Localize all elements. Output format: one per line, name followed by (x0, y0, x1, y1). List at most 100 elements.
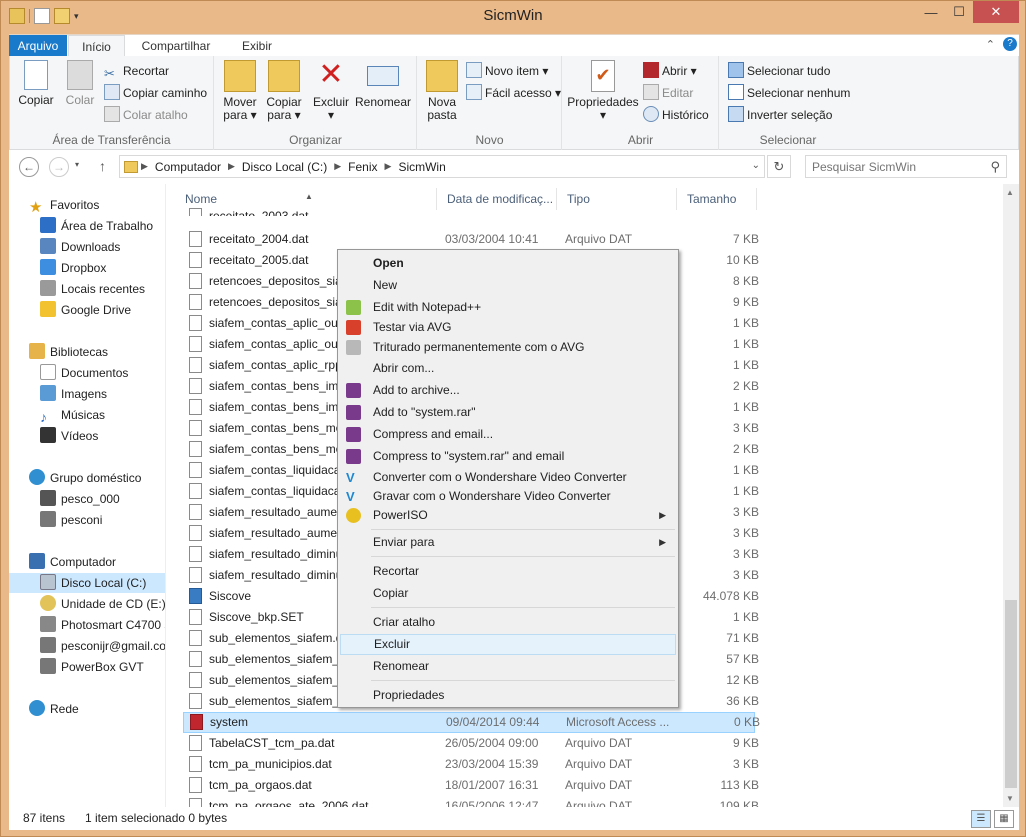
details-view-button[interactable]: ☰ (971, 810, 991, 828)
menu-compress-email[interactable]: Compress and email... (340, 424, 676, 445)
nav-dropbox[interactable]: Dropbox (9, 258, 165, 278)
maximize-button[interactable]: ☐ (945, 1, 973, 23)
ribbon-expand-icon[interactable]: ⌃ (986, 38, 995, 51)
table-row[interactable]: receitato_2004.dat 03/03/2004 10:41 Arquiv… (183, 229, 759, 250)
scroll-up-icon[interactable]: ▲ (1006, 188, 1014, 197)
nav-printer[interactable]: Photosmart C4700 s (9, 615, 165, 635)
table-row[interactable]: tcm_pa_orgaos_ate_2006.dat 16/05/2006 12:… (183, 796, 759, 807)
select-all-button[interactable]: Selecionar tudo (728, 61, 830, 81)
column-date[interactable]: Data de modificaç... (437, 188, 557, 210)
menu-add-archive[interactable]: Add to archive... (340, 380, 676, 401)
move-to-button[interactable]: Mover para ▾ (219, 60, 261, 122)
nav-libraries[interactable]: Bibliotecas (9, 342, 165, 362)
address-bar[interactable]: ▶ Computador ▶ Disco Local (C:) ▶ Fenix … (119, 155, 765, 178)
tab-file[interactable]: Arquivo (9, 35, 67, 57)
breadcrumb-sicmwin[interactable]: SicmWin (394, 160, 449, 174)
tab-share[interactable]: Compartilhar (129, 35, 223, 57)
copy-path-button[interactable]: Copiar caminho (104, 83, 207, 103)
new-folder-button[interactable]: Nova pasta (422, 60, 462, 122)
table-row[interactable]: tcm_pa_municipios.dat 23/03/2004 15:39 Arq… (183, 754, 759, 775)
nav-user-pesconi[interactable]: pesconi (9, 510, 165, 530)
nav-google-drive[interactable]: Google Drive (9, 300, 165, 320)
tab-view[interactable]: Exibir (227, 35, 287, 57)
menu-add-rar[interactable]: Add to "system.rar" (340, 402, 676, 423)
edit-button[interactable]: Editar (643, 83, 693, 103)
menu-wondershare-burn[interactable]: V Gravar com o Wondershare Video Converte… (340, 486, 676, 507)
forward-button[interactable]: → (49, 157, 69, 177)
easy-access-button[interactable]: Fácil acesso ▾ (466, 83, 561, 103)
breadcrumb-local-disk[interactable]: Disco Local (C:) (238, 160, 331, 174)
rename-button[interactable]: Renomear (355, 60, 411, 109)
nav-documents[interactable]: Documentos (9, 363, 165, 383)
invert-selection-button[interactable]: Inverter seleção (728, 105, 832, 125)
nav-homegroup[interactable]: Grupo doméstico (9, 468, 165, 488)
cut-button[interactable]: ✂ Recortar (104, 61, 169, 81)
menu-rename[interactable]: Renomear (340, 656, 676, 677)
nav-user-pesco[interactable]: pesco_000 (9, 489, 165, 509)
minimize-button[interactable]: — (917, 1, 945, 23)
nav-desktop[interactable]: Área de Trabalho (9, 216, 165, 236)
column-size[interactable]: Tamanho (677, 188, 757, 210)
up-button[interactable]: ↑ (99, 158, 106, 174)
menu-avg-shred[interactable]: Triturado permanentemente com o AVG (340, 337, 676, 358)
paste-button[interactable]: Colar (60, 60, 100, 107)
table-row[interactable]: TabelaCST_tcm_pa.dat 26/05/2004 09:00 Arqu… (183, 733, 759, 754)
vertical-scrollbar[interactable]: ▲ ▼ (1003, 184, 1019, 807)
nav-local-disk[interactable]: Disco Local (C:) (9, 573, 165, 593)
menu-copy[interactable]: Copiar (340, 583, 676, 604)
search-icon[interactable]: ⚲ (990, 159, 1000, 175)
breadcrumb-computer[interactable]: Computador (151, 160, 225, 174)
menu-create-shortcut[interactable]: Criar atalho (340, 612, 676, 633)
nav-cd-drive[interactable]: Unidade de CD (E:) V (9, 594, 165, 614)
nav-videos[interactable]: Vídeos (9, 426, 165, 446)
table-row[interactable]: tcm_pa_orgaos.dat 18/01/2007 16:31 Arquivo… (183, 775, 759, 796)
breadcrumb-fenix[interactable]: Fenix (344, 160, 381, 174)
copy-button[interactable]: Copiar (16, 60, 56, 107)
select-none-button[interactable]: Selecionar nenhum (728, 83, 850, 103)
table-row[interactable]: system 09/04/2014 09:44 Microsoft Access .… (183, 712, 760, 733)
menu-poweriso[interactable]: PowerISO ▶ (340, 505, 676, 526)
search-input[interactable] (806, 156, 976, 177)
help-icon[interactable]: ? (1003, 37, 1017, 51)
nav-pictures[interactable]: Imagens (9, 384, 165, 404)
nav-computer[interactable]: Computador (9, 552, 165, 572)
menu-wondershare-convert[interactable]: V Converter com o Wondershare Video Conve… (340, 467, 676, 488)
menu-properties[interactable]: Propriedades (340, 685, 676, 706)
copy-to-button[interactable]: Copiar para ▾ (263, 60, 305, 122)
address-dropdown-icon[interactable]: ⌄ (752, 160, 760, 171)
menu-delete[interactable]: Excluir (340, 634, 676, 655)
menu-open-with[interactable]: Abrir com... (340, 358, 676, 379)
tab-home[interactable]: Início (68, 35, 125, 58)
nav-device-email[interactable]: pesconijr@gmail.co (9, 636, 165, 656)
menu-cut[interactable]: Recortar (340, 561, 676, 582)
menu-open[interactable]: Open (340, 253, 676, 274)
large-icons-view-button[interactable]: ▦ (994, 810, 1014, 828)
open-button[interactable]: Abrir ▾ (643, 61, 697, 81)
table-row[interactable]: receitato_2003.dat24/03/2004 10:39Arquiv… (183, 208, 755, 216)
nav-recent-places[interactable]: Locais recentes (9, 279, 165, 299)
paste-shortcut-button[interactable]: Colar atalho (104, 105, 188, 125)
history-button[interactable]: Histórico (643, 105, 709, 125)
nav-downloads[interactable]: Downloads (9, 237, 165, 257)
search-box[interactable]: ⚲ (805, 155, 1007, 178)
nav-music[interactable]: ♪ Músicas (9, 405, 165, 425)
menu-send-to[interactable]: Enviar para ▶ (340, 532, 676, 553)
column-type[interactable]: Tipo (557, 188, 677, 210)
menu-avg-scan[interactable]: Testar via AVG (340, 317, 676, 338)
nav-powerbox[interactable]: PowerBox GVT (9, 657, 165, 677)
scrollbar-thumb[interactable] (1005, 600, 1017, 788)
recent-locations-icon[interactable]: ▾ (75, 160, 79, 169)
menu-compress-rar-email[interactable]: Compress to "system.rar" and email (340, 446, 676, 467)
column-name[interactable]: Nome ▲ (175, 188, 437, 210)
back-button[interactable]: ← (19, 157, 39, 177)
properties-button[interactable]: ✔ Propriedades ▾ (567, 60, 639, 122)
delete-button[interactable]: ✕ Excluir ▾ (311, 60, 351, 122)
new-item-button[interactable]: Novo item ▾ (466, 61, 548, 81)
nav-network[interactable]: Rede (9, 699, 165, 719)
scroll-down-icon[interactable]: ▼ (1006, 794, 1014, 803)
menu-new[interactable]: New (340, 275, 676, 296)
menu-edit-notepad[interactable]: Edit with Notepad++ (340, 297, 676, 318)
refresh-button[interactable]: ↻ (767, 155, 791, 178)
nav-favorites[interactable]: ★ Favoritos (9, 195, 165, 215)
close-button[interactable]: ✕ (973, 1, 1019, 23)
